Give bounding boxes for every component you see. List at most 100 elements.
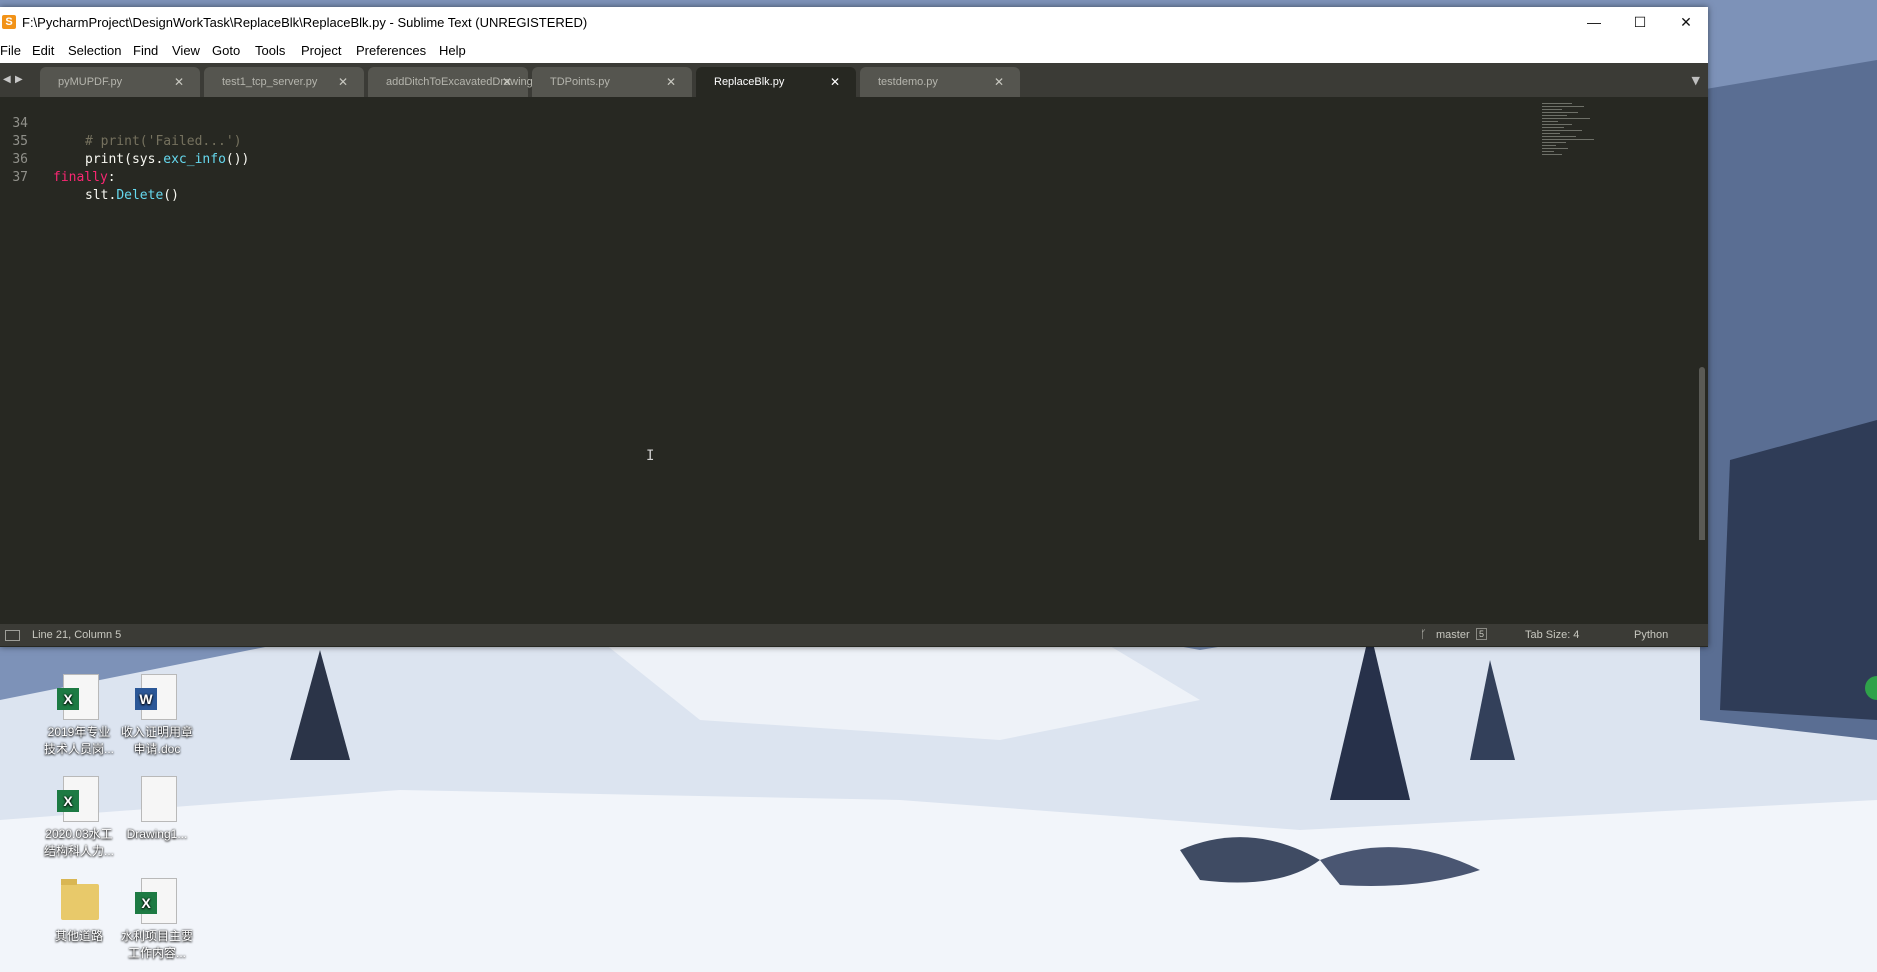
maximize-button[interactable]: ☐ [1617,7,1663,38]
tab-pymupdf[interactable]: pyMUPDF.py ✕ [40,67,200,97]
desktop-icon-label: 水利项目主要 工作内容... [120,929,193,960]
desktop-icon-label: 2020.03水工 结构科人力... [43,827,114,858]
desktop-icon-word-income[interactable]: W 收入证明用章 申请.doc [118,674,196,758]
minimap-line [1542,133,1560,134]
word-file-icon: W [135,674,179,722]
minimap[interactable] [1542,103,1602,183]
minimap-line [1542,106,1584,107]
status-git-count: 5 [1476,628,1488,640]
menu-preferences[interactable]: Preferences [356,43,426,58]
tab-label: ReplaceBlk.py [714,76,785,88]
desktop-icon-excel-2019[interactable]: X 2019年专业 技术人员岗... [40,674,118,758]
desktop-icon-drawing[interactable]: Drawing1... [118,776,196,843]
tab-bar: ◀ ▶ pyMUPDF.py ✕ test1_tcp_server.py ✕ a… [0,63,1708,97]
menu-project[interactable]: Project [301,43,341,58]
desktop-icon-excel-2020[interactable]: X 2020.03水工 结构科人力... [40,776,118,860]
code-token: Delete [116,188,164,203]
minimap-line [1542,142,1566,143]
tab-label: test1_tcp_server.py [222,76,318,88]
menu-view[interactable]: View [172,43,200,58]
minimap-line [1542,103,1572,104]
desktop-icon-label: 其他道路 [54,929,103,943]
menu-bar: File Edit Selection Find View Goto Tools… [0,38,1708,63]
status-syntax[interactable]: Python [1634,629,1668,641]
tab-label: pyMUPDF.py [58,76,123,88]
minimize-button[interactable]: — [1571,7,1617,38]
code-token: finally [53,170,108,185]
menu-edit[interactable]: Edit [32,43,54,58]
blank-file-icon [135,776,179,824]
minimap-line [1542,139,1594,140]
code-line: 34 # print('Failed...') [0,97,1500,149]
tab-list-dropdown-icon[interactable]: ▼ [1692,74,1700,87]
tab-label: testdemo.py [878,76,938,88]
tab-replaceblk[interactable]: ReplaceBlk.py ✕ [696,67,856,97]
tab-close-icon[interactable]: ✕ [994,75,1004,89]
line-source: slt.Delete() [85,187,179,205]
tab-testdemo[interactable]: testdemo.py ✕ [860,67,1020,97]
menu-help[interactable]: Help [439,43,466,58]
code-editor[interactable]: 34 # print('Failed...') 35 print(sys.exc… [0,97,1708,540]
menu-file[interactable]: File [0,43,21,58]
minimap-line [1542,154,1562,155]
tab-tdpoints[interactable]: TDPoints.py ✕ [532,67,692,97]
minimap-line [1542,124,1572,125]
tab-label: TDPoints.py [550,76,610,88]
minimap-line [1542,118,1590,119]
minimap-line [1542,115,1567,116]
tab-close-icon[interactable]: ✕ [338,75,348,89]
status-cursor-position[interactable]: Line 21, Column 5 [32,629,121,641]
desktop-icon-folder-roads[interactable]: 其他道路 [40,878,118,945]
code-line: 36 finally: [0,133,1500,185]
line-number: 37 [12,170,28,185]
line-source: finally: [53,169,116,187]
status-tab-size[interactable]: Tab Size: 4 [1525,629,1579,641]
minimap-line [1542,145,1556,146]
excel-file-icon: X [57,776,101,824]
minimap-line [1542,109,1562,110]
tab-label: addDitchToExcavatedDrawing.py [386,76,548,88]
excel-file-icon: X [57,674,101,722]
minimap-line [1542,148,1568,149]
window-title: F:\PycharmProject\DesignWorkTask\Replace… [22,15,588,30]
tab-close-icon[interactable]: ✕ [666,75,676,89]
close-button[interactable]: ✕ [1663,7,1709,38]
minimap-line [1542,127,1564,128]
code-token: : [107,170,116,185]
menu-tools[interactable]: Tools [255,43,285,58]
tab-close-icon[interactable]: ✕ [502,75,512,89]
desktop-icon-excel-water[interactable]: X 水利项目主要 工作内容... [118,878,196,962]
minimap-line [1542,151,1554,152]
desktop-icon-label: 收入证明用章 申请.doc [120,725,193,756]
tab-scroll-right-icon[interactable]: ▶ [15,75,25,85]
folder-icon [57,878,101,926]
tab-close-icon[interactable]: ✕ [830,75,840,89]
minimap-line [1542,130,1582,131]
excel-file-icon: X [135,878,179,926]
status-bar: Line 21, Column 5 ᚴ master 5 Tab Size: 4… [0,624,1708,646]
code-line: 35 print(sys.exc_info()) [0,115,1500,167]
code-line: 37 slt.Delete() [0,151,1500,203]
minimap-line [1542,112,1578,113]
minimap-line [1542,136,1576,137]
menu-selection[interactable]: Selection [68,43,121,58]
tab-close-icon[interactable]: ✕ [174,75,184,89]
menu-goto[interactable]: Goto [212,43,240,58]
tab-add-ditch[interactable]: addDitchToExcavatedDrawing.py ✕ [368,67,547,97]
status-git-branch[interactable]: master [1436,629,1470,641]
tab-test1-tcp-server[interactable]: test1_tcp_server.py ✕ [204,67,364,97]
minimap-line [1542,121,1558,122]
menu-find[interactable]: Find [133,43,158,58]
code-token: () [163,188,179,203]
desktop-icon-label: 2019年专业 技术人员岗... [43,725,114,756]
text-cursor-icon: I [646,448,655,464]
vertical-scrollbar[interactable] [1699,367,1705,540]
sublime-app-icon: S [2,15,16,29]
git-branch-icon: ᚴ [1420,629,1427,641]
panel-toggle-icon[interactable] [5,630,20,641]
desktop-icon-label: Drawing1... [126,827,188,841]
title-bar[interactable]: S F:\PycharmProject\DesignWorkTask\Repla… [0,7,1708,38]
tab-scroll-left-icon[interactable]: ◀ [3,75,13,85]
sublime-window: S F:\PycharmProject\DesignWorkTask\Repla… [0,7,1708,647]
code-token: slt. [85,188,117,203]
